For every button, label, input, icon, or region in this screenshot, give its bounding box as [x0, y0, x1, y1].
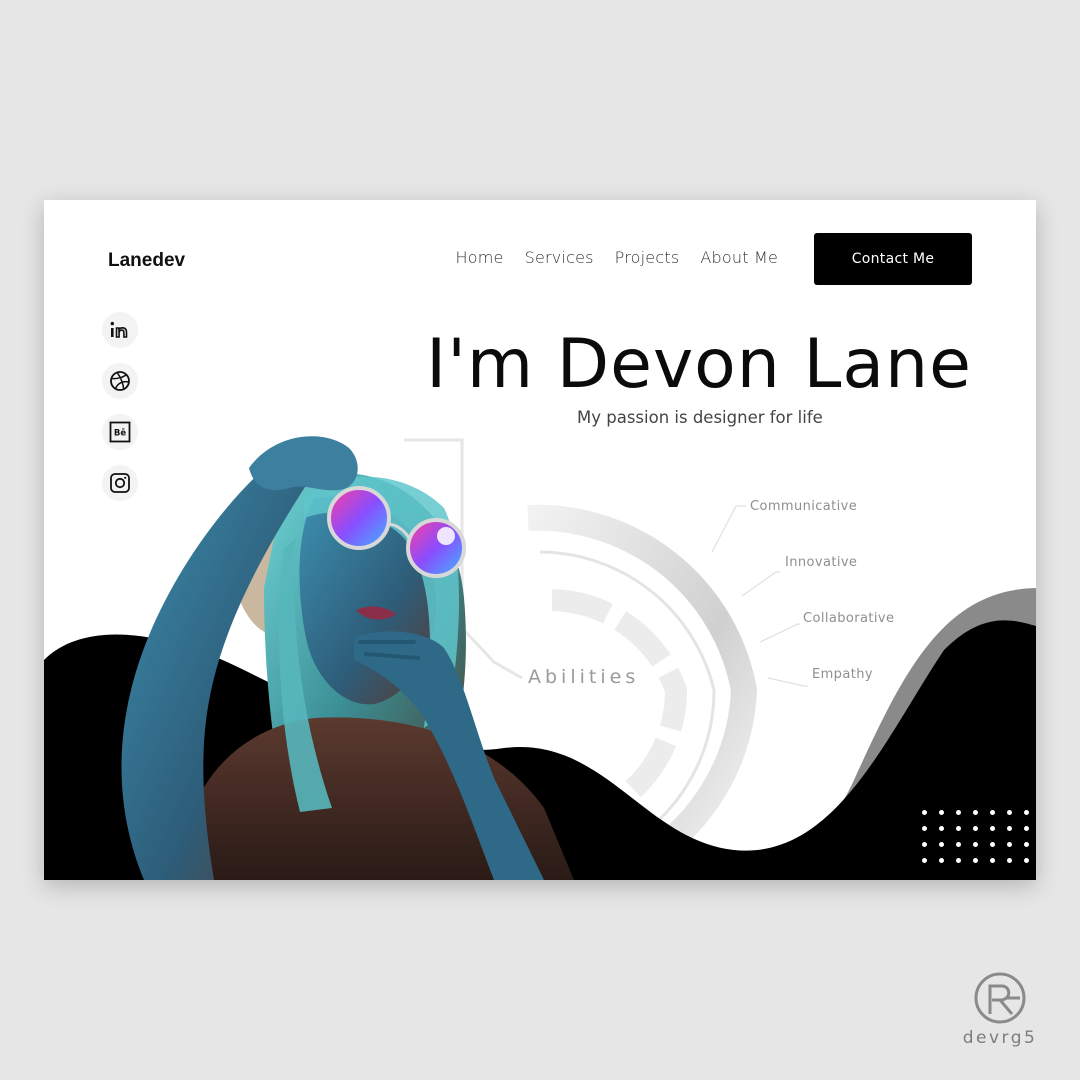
ability-collaborative: Collaborative	[803, 611, 895, 626]
behance-icon[interactable]: Bē	[102, 414, 138, 450]
decorative-dot-grid	[922, 810, 1030, 863]
social-links: Bē	[102, 312, 138, 501]
nav-home[interactable]: Home	[456, 248, 504, 267]
instagram-icon[interactable]	[102, 465, 138, 501]
main-nav: Home Services Projects About Me	[456, 248, 778, 267]
ability-communicative: Communicative	[750, 499, 858, 514]
nav-services[interactable]: Services	[525, 248, 594, 267]
ability-empathy: Empathy	[812, 667, 873, 682]
ability-innovative: Innovative	[785, 555, 858, 570]
svg-text:Bē: Bē	[114, 429, 126, 439]
portrait-image	[121, 436, 574, 880]
dribbble-icon[interactable]	[102, 363, 138, 399]
watermark-text: devrg5	[962, 1028, 1038, 1048]
contact-me-button[interactable]: Contact Me	[814, 233, 972, 285]
hero-title: I'm Devon Lane	[426, 325, 972, 404]
nav-about-me[interactable]: About Me	[700, 248, 778, 267]
watermark: devrg5	[958, 970, 1042, 1048]
landing-card: Lanedev Home Services Projects About Me …	[44, 200, 1036, 880]
watermark-logo-icon	[974, 972, 1026, 1024]
nav-projects[interactable]: Projects	[615, 248, 680, 267]
hero-subtitle: My passion is designer for life	[577, 408, 823, 427]
brand-logo[interactable]: Lanedev	[108, 250, 185, 272]
linkedin-icon[interactable]	[102, 312, 138, 348]
